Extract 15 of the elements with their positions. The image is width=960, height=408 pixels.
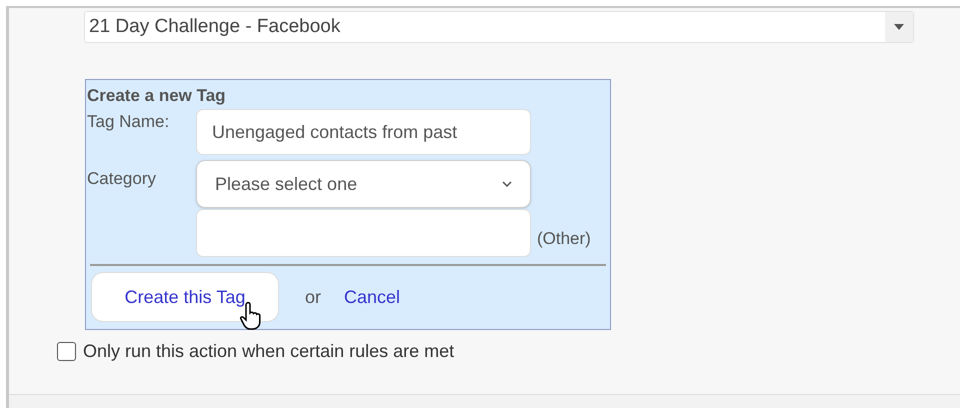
caret-icon bbox=[894, 24, 904, 30]
rules-checkbox-label: Only run this action when certain rules are met bbox=[83, 340, 454, 363]
chevron-down-icon bbox=[502, 181, 512, 187]
create-tag-button[interactable]: Create this Tag bbox=[91, 272, 279, 322]
category-label: Category bbox=[87, 168, 157, 190]
cancel-link[interactable]: Cancel bbox=[344, 284, 400, 310]
tag-name-label: Tag Name: bbox=[87, 111, 170, 133]
other-category-field[interactable] bbox=[196, 209, 531, 257]
tag-name-field[interactable]: Unengaged contacts from past bbox=[196, 109, 531, 155]
list-select[interactable]: 21 Day Challenge - Facebook bbox=[84, 11, 914, 43]
rules-checkbox[interactable] bbox=[57, 342, 76, 361]
form-title: Create a new Tag bbox=[87, 86, 227, 106]
other-label: (Other) bbox=[537, 228, 591, 250]
or-text: or bbox=[305, 286, 322, 308]
category-select[interactable]: Please select one bbox=[196, 160, 531, 208]
